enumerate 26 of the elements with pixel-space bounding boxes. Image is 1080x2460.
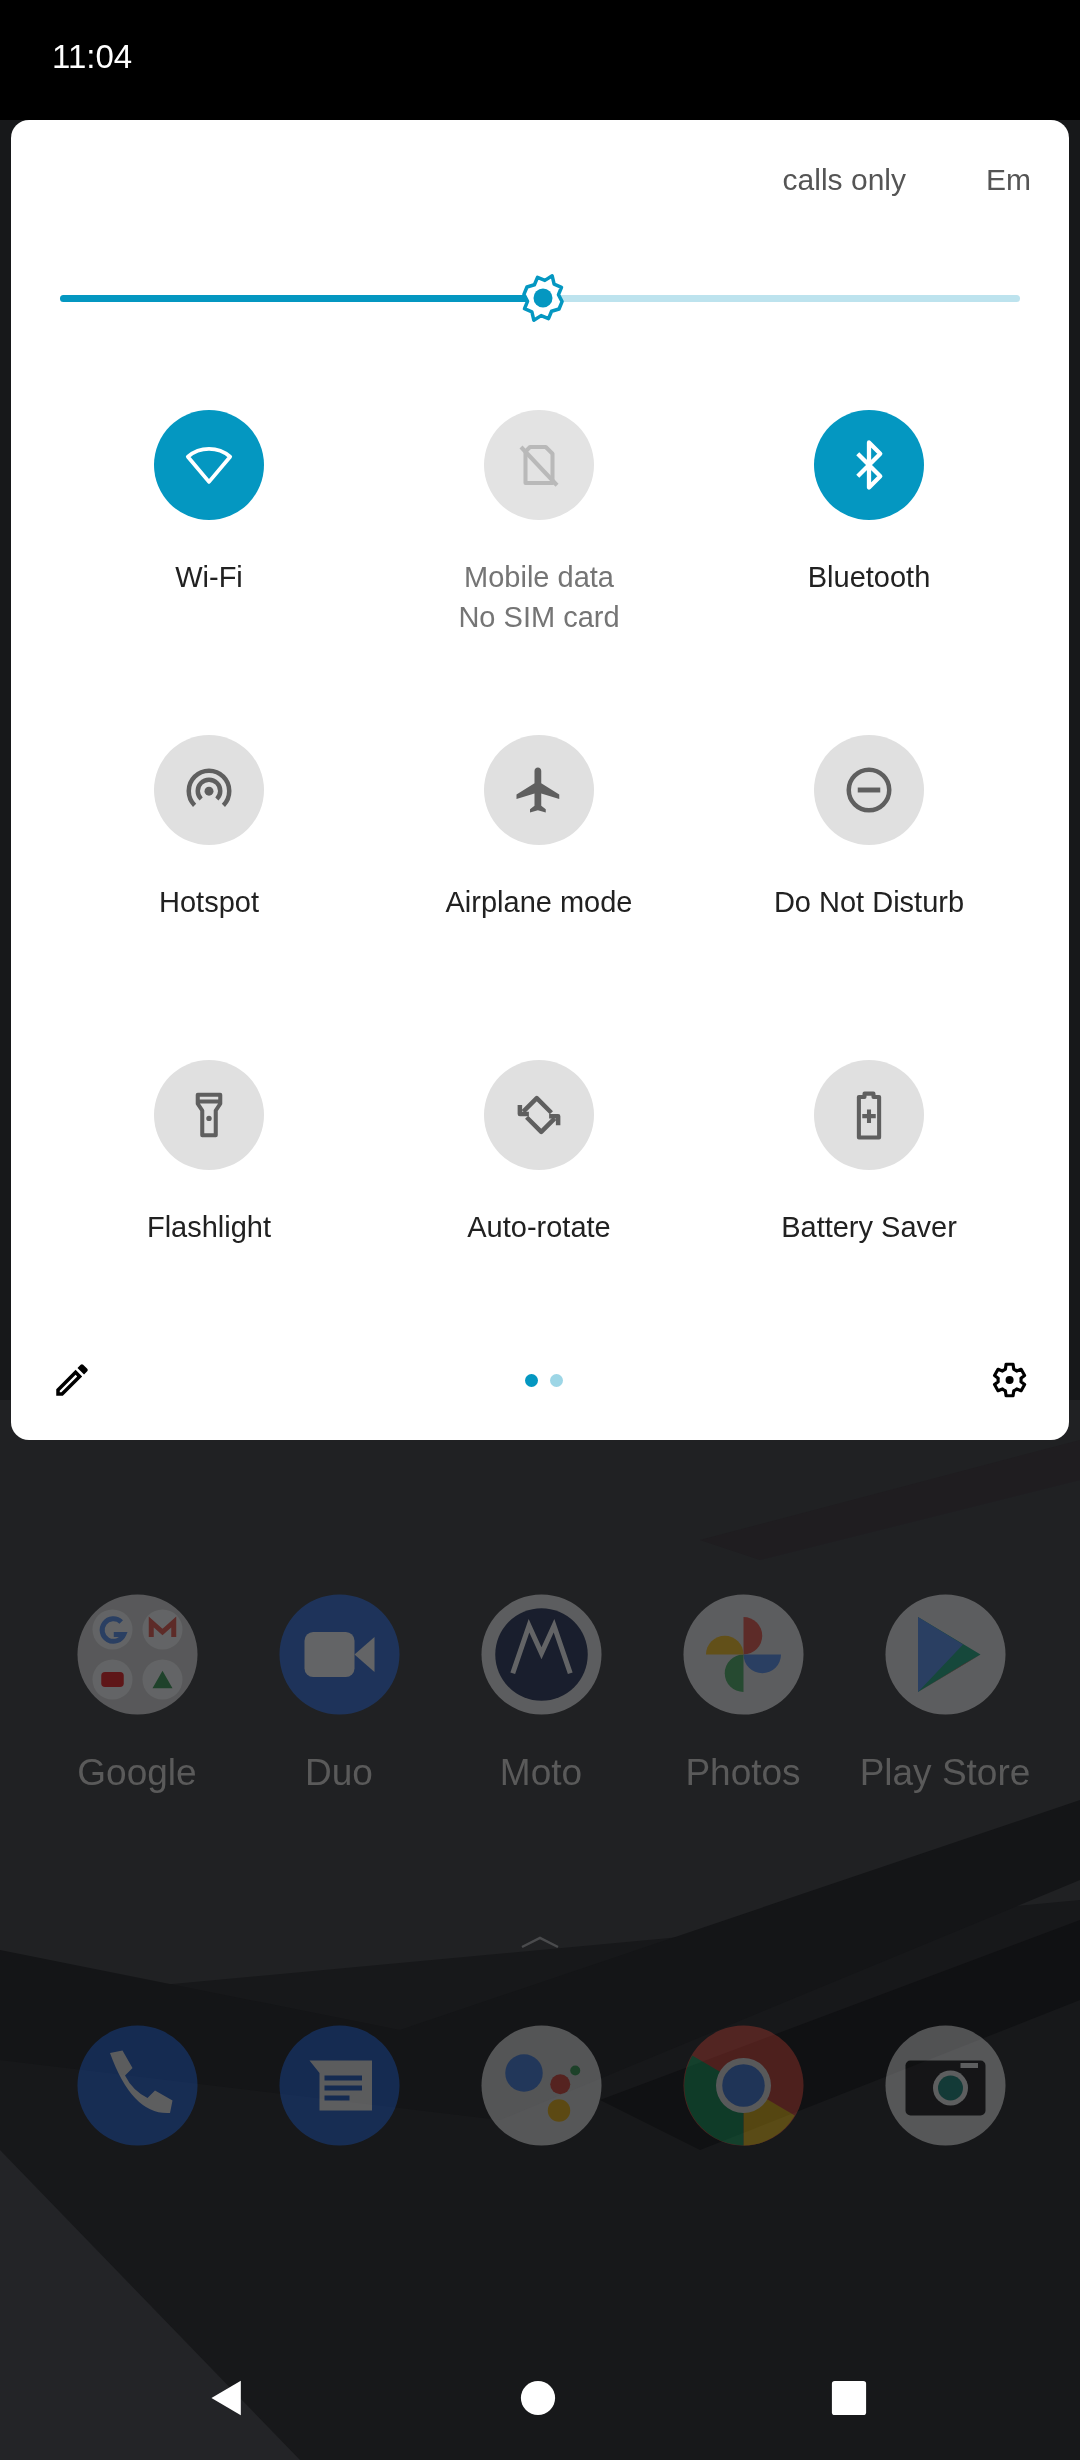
- tile-label: Auto-rotate: [467, 1210, 611, 1245]
- app-label[interactable]: Play Store: [859, 1749, 1031, 1797]
- page-dot[interactable]: [550, 1373, 563, 1387]
- header-text: Em: [986, 163, 1031, 197]
- tile-label: Mobile data: [464, 560, 614, 595]
- app-label[interactable]: Duo: [305, 1749, 373, 1797]
- brightness-slider[interactable]: [60, 272, 1020, 324]
- page-dot[interactable]: [525, 1373, 538, 1387]
- tile-label: Bluetooth: [807, 560, 931, 595]
- clock-time: 11:04: [52, 38, 133, 76]
- phone-icon[interactable]: [74, 2023, 200, 2148]
- home-icon[interactable]: [519, 2378, 557, 2417]
- caret-icon[interactable]: [520, 1935, 560, 1949]
- tile-label: Wi-Fi: [175, 560, 243, 595]
- app-label[interactable]: Photos: [685, 1749, 801, 1797]
- app-label[interactable]: Google: [77, 1749, 197, 1797]
- tile-label: Flashlight: [146, 1210, 272, 1245]
- tile-label: Hotspot: [159, 885, 259, 920]
- tile-label: Do Not Disturb: [773, 885, 965, 920]
- tile-label: Battery Saver: [781, 1210, 957, 1245]
- app-label[interactable]: Moto: [499, 1749, 583, 1797]
- header-text: calls only: [782, 163, 906, 197]
- folder-icon[interactable]: [74, 1592, 200, 1717]
- video-camera-icon[interactable]: [276, 1592, 402, 1717]
- tile-sublabel: No SIM card: [458, 600, 620, 635]
- tile-label: Airplane mode: [445, 885, 633, 920]
